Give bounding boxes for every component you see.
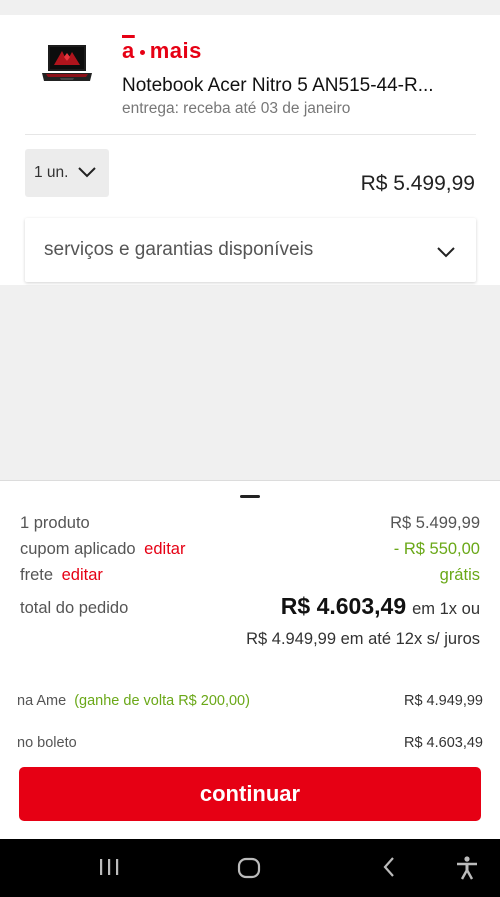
product-name[interactable]: Notebook Acer Nitro 5 AN515-44-R... [122,75,462,97]
quantity-select[interactable]: 1 un. [25,149,109,197]
order-summary-sheet: 1 produto R$ 5.499,99 cupom aplicado edi… [0,480,500,839]
products-label: 1 produto [20,514,90,532]
accessibility-icon[interactable] [454,855,480,886]
brand-logo-a: a [122,38,135,63]
product-thumbnail[interactable] [40,43,94,87]
brand-logo-text: mais [149,38,202,63]
continue-button[interactable]: continuar [19,767,481,821]
installments-text: R$ 4.949,99 em até 12x s/ juros [246,630,480,648]
summary-coupon-row: cupom aplicado editar - R$ 550,00 [20,540,480,559]
chevron-down-icon [436,242,456,264]
coupon-value: - R$ 550,00 [393,540,480,558]
total-label: total do pedido [20,599,129,617]
delivery-estimate: entrega: receba até 03 de janeiro [122,100,351,117]
divider [25,134,476,135]
cart-item-card: a mais Notebook Acer Nitro 5 AN515-44-R.… [0,15,500,285]
quantity-value: 1 un. [34,164,69,181]
ame-label: na Ame [17,693,67,709]
payment-ame-row: na Ame (ganhe de volta R$ 200,00) R$ 4.9… [17,693,483,709]
sheet-drag-handle[interactable] [240,495,260,498]
boleto-value: R$ 4.603,49 [403,735,483,751]
total-line: R$ 4.603,49 em 1x ou [281,593,480,620]
total-suffix: em 1x ou [412,600,480,618]
services-label: serviços e garantias disponíveis [44,239,314,260]
chevron-down-icon [77,165,97,183]
recents-icon[interactable] [98,855,120,884]
shipping-label: frete [20,566,54,584]
boleto-label: no boleto [17,735,77,751]
brand-logo: a mais [122,38,202,63]
total-value: R$ 4.603,49 [280,593,407,619]
coupon-label: cupom aplicado [20,540,136,558]
products-value: R$ 5.499,99 [390,514,480,532]
ame-cashback: (ganhe de volta R$ 200,00) [74,693,250,709]
brand-logo-dot [139,49,145,55]
home-icon[interactable] [236,855,262,886]
coupon-edit-link[interactable]: editar [144,540,185,558]
back-icon[interactable] [380,855,400,884]
android-nav-bar [0,839,500,897]
shipping-value: grátis [439,566,480,584]
payment-boleto-row: no boleto R$ 4.603,49 [17,735,483,751]
shipping-edit-link[interactable]: editar [62,566,103,584]
top-strip [0,0,500,15]
services-dropdown[interactable]: serviços e garantias disponíveis [25,218,476,282]
ame-value: R$ 4.949,99 [403,693,483,709]
summary-shipping-row: frete editar grátis [20,566,480,585]
summary-products-row: 1 produto R$ 5.499,99 [20,514,480,533]
item-price: R$ 5.499,99 [360,172,475,195]
